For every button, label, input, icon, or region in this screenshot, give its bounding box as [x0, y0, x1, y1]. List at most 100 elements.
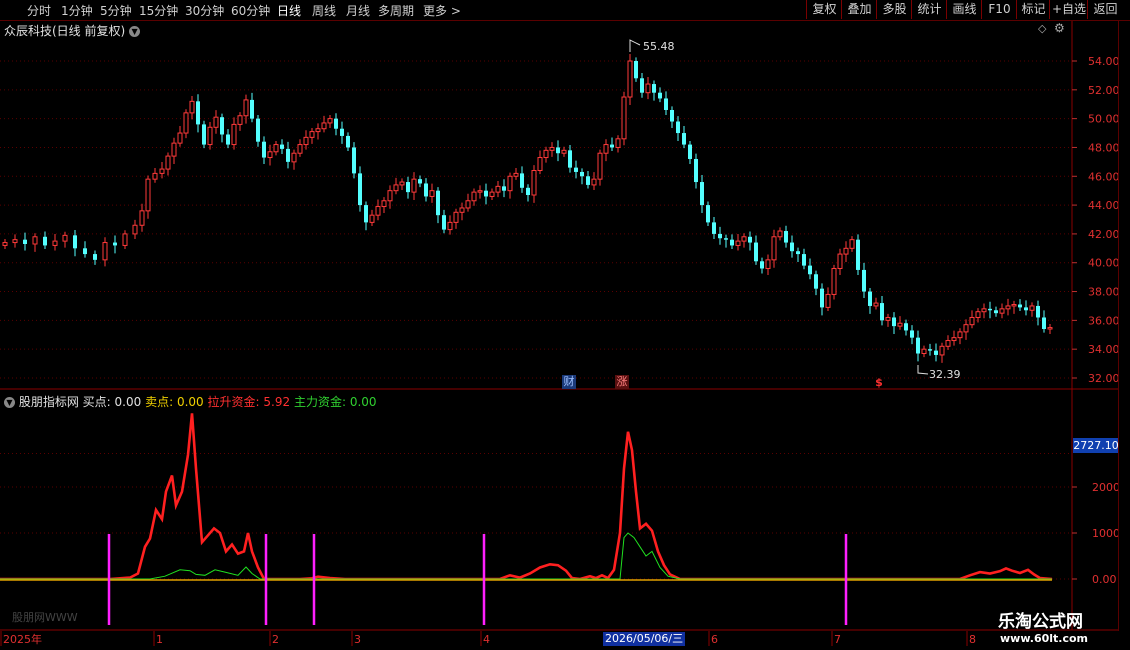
finance-marker[interactable]: 财	[562, 375, 576, 389]
candle-down	[928, 349, 932, 351]
back-button[interactable]: 返回	[1087, 0, 1123, 19]
candle-up	[999, 308, 1005, 314]
overlay-button[interactable]: 叠加	[841, 0, 877, 19]
candle-down	[256, 118, 260, 142]
multi-stock-button[interactable]: 多股	[876, 0, 912, 19]
candle-down	[784, 231, 788, 243]
y-tick-label: 44.00	[1088, 199, 1120, 212]
candle-down	[610, 144, 614, 148]
candle-down	[484, 190, 488, 197]
mark-button[interactable]: 标记	[1016, 0, 1050, 19]
candle-up	[1005, 305, 1011, 310]
candle-up	[399, 181, 405, 186]
tab-5min[interactable]: 5分钟	[100, 2, 132, 19]
tab-30min[interactable]: 30分钟	[185, 2, 224, 19]
candle-up	[597, 152, 603, 180]
diamond-icon[interactable]: ◇	[1038, 22, 1046, 35]
period-toolbar: 分时 1分钟 5分钟 15分钟 30分钟 60分钟 日线 周线 月线 多周期 更…	[0, 0, 1130, 21]
tab-fenshi[interactable]: 分时	[27, 2, 51, 19]
candle-down	[286, 148, 290, 162]
tab-60min[interactable]: 60分钟	[231, 2, 270, 19]
tab-monthly[interactable]: 月线	[346, 2, 370, 19]
candle-up	[543, 149, 549, 159]
tab-15min[interactable]: 15分钟	[139, 2, 178, 19]
date-label: 2	[272, 633, 279, 646]
candlestick-chart[interactable]: 54.0052.0050.0048.0046.0044.0042.0040.00…	[0, 0, 1130, 650]
date-label: 2025年	[3, 632, 42, 646]
sell-point-value: 卖点: 0.00	[145, 395, 204, 409]
candle-down	[994, 310, 998, 314]
candle-down	[688, 144, 692, 159]
lift-capital-value: 拉升资金: 5.92	[208, 395, 291, 409]
y-tick-label: 38.00	[1088, 286, 1120, 299]
candle-up	[273, 144, 279, 153]
add-watchlist-button[interactable]: +自选	[1049, 0, 1088, 19]
main-capital-label: 主力资金:	[293, 395, 346, 409]
tab-weekly[interactable]: 周线	[312, 2, 336, 19]
candle-up	[231, 123, 237, 146]
candle-down	[340, 128, 344, 136]
statistics-button[interactable]: 统计	[911, 0, 947, 19]
candle-up	[849, 239, 855, 249]
candle-down	[334, 118, 338, 129]
candle-up	[62, 234, 68, 242]
candle-up	[627, 60, 633, 98]
candle-down	[934, 350, 938, 355]
f10-button[interactable]: F10	[981, 0, 1017, 19]
gear-icon[interactable]: ⚙	[1054, 21, 1065, 35]
candle-up	[1047, 327, 1053, 330]
candle-up	[885, 316, 891, 321]
lift-capital-line	[0, 413, 1053, 581]
candle-up	[741, 236, 747, 242]
candle-up	[189, 100, 195, 114]
candle-down	[526, 187, 530, 196]
date-label: 4	[483, 633, 490, 646]
main-capital-line	[0, 532, 1052, 580]
candle-up	[139, 210, 145, 226]
candle-down	[676, 121, 680, 134]
draw-line-button[interactable]: 画线	[946, 0, 982, 19]
chevron-down-icon[interactable]: ▼	[129, 26, 141, 37]
right-scroll-strip[interactable]	[1118, 21, 1130, 631]
indicator-watermark: 股朋网WWW	[12, 611, 78, 624]
candle-down	[808, 265, 812, 275]
candle-down	[904, 323, 908, 331]
site-name: 乐淘公式网	[998, 612, 1083, 632]
adjust-button[interactable]: 复权	[806, 0, 842, 19]
candle-down	[988, 308, 992, 311]
dollar-marker[interactable]: $	[874, 376, 884, 389]
tab-daily[interactable]: 日线	[277, 2, 301, 19]
candle-up	[453, 211, 459, 223]
indicator-title: ▼ 股朋指标网 买点: 0.00 卖点: 0.00 拉升资金: 5.92 主力资…	[4, 393, 377, 410]
candle-up	[963, 324, 969, 333]
candle-up	[825, 293, 831, 308]
candle-up	[921, 348, 927, 355]
candle-up	[291, 152, 297, 163]
candle-down	[556, 147, 560, 154]
indicator-y-tick-label: 2000	[1092, 481, 1120, 494]
candle-up	[447, 221, 453, 231]
candle-down	[1018, 304, 1022, 308]
candle-down	[502, 186, 506, 191]
candle-up	[102, 242, 108, 261]
candle-down	[406, 182, 410, 193]
candle-up	[387, 190, 393, 202]
limit-up-marker-label: 涨	[616, 375, 628, 388]
indicator-current-value: 2727.10	[1073, 438, 1119, 453]
candle-down	[346, 135, 350, 148]
chevron-down-icon[interactable]: ▼	[4, 397, 15, 408]
candle-up	[477, 190, 483, 193]
tab-more[interactable]: 更多 >	[423, 2, 461, 19]
tab-1min[interactable]: 1分钟	[61, 2, 93, 19]
candle-down	[868, 291, 872, 306]
candle-down	[640, 78, 644, 93]
limit-up-marker[interactable]: 涨	[615, 375, 629, 389]
candle-up	[315, 128, 321, 133]
candle-up	[393, 184, 399, 192]
candle-up	[615, 138, 621, 148]
dollar-marker-label: $	[875, 376, 883, 389]
y-tick-label: 34.00	[1088, 343, 1120, 356]
candle-up	[213, 116, 219, 128]
tab-multi-period[interactable]: 多周期	[378, 2, 414, 19]
candle-down	[718, 233, 722, 239]
